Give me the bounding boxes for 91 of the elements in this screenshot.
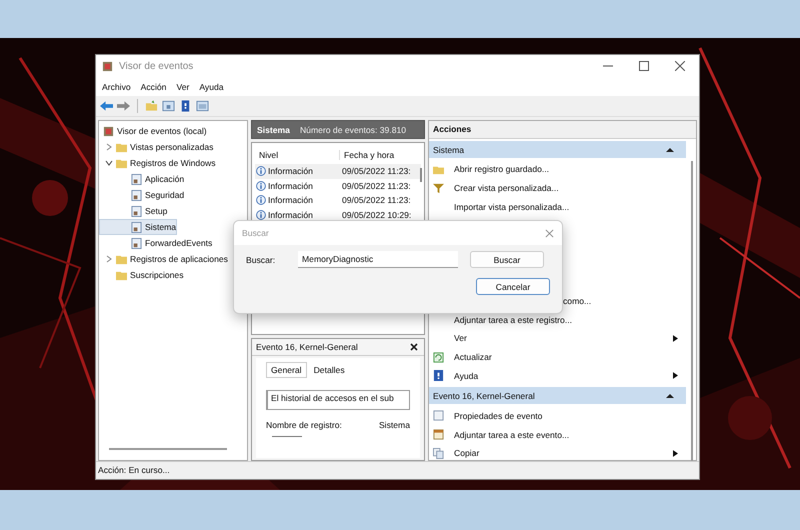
document-icon	[433, 410, 444, 422]
action-item[interactable]: Actualizar	[429, 348, 684, 367]
tab[interactable]: Detalles	[308, 362, 350, 378]
filter-icon	[433, 182, 444, 194]
tree-item[interactable]: Sistema	[99, 219, 178, 235]
forward-arrow-icon[interactable]	[117, 100, 130, 112]
window-title: Visor de eventos	[119, 60, 194, 72]
search-field[interactable]: MemoryDiagnostic	[298, 251, 458, 268]
actions-header: Acciones	[429, 121, 696, 139]
event-row[interactable]: Información 09/05/2022 10:29:	[255, 208, 421, 222]
log-name: Sistema	[257, 124, 290, 134]
scrollbar[interactable]	[272, 436, 302, 437]
folder-icon	[116, 270, 127, 280]
description-text: El historial de accesos en el sub	[271, 393, 394, 403]
folder-icon	[116, 254, 127, 264]
tree-item[interactable]: Visor de eventos (local)	[99, 123, 208, 139]
table-cell-text: Información	[268, 195, 314, 206]
log-icon	[131, 222, 142, 232]
menu-item[interactable]: Acción	[140, 82, 166, 92]
menu-item[interactable]: Ver	[176, 82, 190, 92]
panel-icon[interactable]	[162, 100, 175, 112]
panel-icon[interactable]	[196, 100, 209, 112]
tab[interactable]: General	[266, 362, 307, 378]
scrollbar[interactable]	[420, 168, 422, 182]
action-item[interactable]: Importar vista personalizada...	[429, 198, 684, 216]
info-icon	[256, 180, 266, 191]
search-button[interactable]: Buscar	[470, 251, 544, 268]
log-icon	[131, 206, 142, 216]
tree-item[interactable]: Registros de Windows	[99, 155, 216, 171]
action-item[interactable]: Adjuntar tarea a este registro...	[429, 310, 684, 329]
action-item[interactable]: Abrir registro guardado...	[429, 160, 684, 179]
action-item[interactable]: Ver	[429, 328, 684, 348]
menu-item[interactable]: Ayuda	[199, 82, 224, 92]
section-header[interactable]: Evento 16, Kernel-General	[429, 387, 686, 404]
tree-item[interactable]: Aplicación	[99, 171, 186, 187]
scrollbar[interactable]	[109, 448, 227, 450]
action-item[interactable]: Ayuda	[429, 366, 684, 386]
tree-item[interactable]: Setup	[99, 203, 168, 219]
tree-item[interactable]: Registros de aplicaciones	[99, 251, 229, 267]
app-icon	[102, 60, 113, 72]
action-item[interactable]: Adjuntar tarea a este evento...	[429, 425, 684, 444]
dialog-title: Buscar	[242, 228, 269, 238]
back-arrow-icon[interactable]	[100, 100, 113, 112]
maximize-icon[interactable]	[639, 61, 649, 71]
event-row[interactable]: Información 09/05/2022 11:23:	[255, 164, 421, 178]
table-cell-text: 09/05/2022 11:23:	[341, 166, 411, 176]
help-icon	[433, 370, 444, 382]
action-item[interactable]: Propiedades de evento	[429, 406, 684, 426]
folder-icon	[116, 158, 127, 168]
info-icon	[256, 195, 266, 206]
status-text: Acción: En curso...	[96, 461, 699, 479]
cancel-button[interactable]: Cancelar	[476, 278, 550, 295]
close-icon[interactable]	[675, 61, 685, 71]
tree-item[interactable]: Suscripciones	[99, 267, 184, 283]
action-item[interactable]: Copiar	[429, 444, 684, 463]
close-icon[interactable]	[410, 343, 418, 351]
log-icon	[131, 238, 142, 248]
column-header[interactable]: Nivel	[255, 150, 340, 160]
collapse-icon[interactable]	[666, 392, 674, 399]
tree-item[interactable]: Seguridad	[99, 187, 186, 203]
refresh-icon	[433, 352, 444, 363]
table-cell-text: 09/05/2022 10:29:	[341, 210, 412, 220]
table-cell-text: 09/05/2022 11:23:	[341, 180, 411, 191]
menu-item[interactable]: Archivo	[102, 82, 131, 92]
section-header[interactable]: Sistema	[429, 141, 686, 158]
event-count: Número de eventos: 39.810	[300, 124, 406, 134]
scrollbar[interactable]	[691, 161, 693, 461]
copy-icon	[433, 448, 444, 459]
field-value: Sistema	[378, 420, 410, 430]
log-icon	[131, 190, 142, 200]
action-item[interactable]: como...	[559, 291, 592, 310]
search-label: Buscar:	[246, 254, 276, 264]
table-cell-text: Información	[268, 180, 314, 191]
info-icon	[256, 166, 266, 176]
action-item[interactable]: Crear vista personalizada...	[429, 178, 684, 198]
event-row[interactable]: Información 09/05/2022 11:23:	[255, 178, 421, 193]
tree-item[interactable]: ForwardedEvents	[99, 235, 214, 251]
table-cell-text: 09/05/2022 11:23:	[341, 195, 411, 206]
log-icon	[131, 174, 142, 184]
folder-icon[interactable]	[145, 100, 158, 112]
help-icon[interactable]	[179, 100, 192, 112]
collapse-icon[interactable]	[666, 146, 674, 152]
table-cell-text: Información	[268, 166, 314, 176]
field-label: Nombre de registro:	[266, 420, 342, 430]
column-header[interactable]: Fecha y hora	[340, 150, 394, 160]
table-cell-text: Información	[268, 210, 314, 220]
calendar-icon	[433, 429, 444, 440]
event-row[interactable]: Información 09/05/2022 11:23:	[255, 193, 421, 208]
tree-item[interactable]: Vistas personalizadas	[99, 139, 214, 155]
folder-icon	[116, 142, 127, 152]
panel-title: Evento 16, Kernel-General	[256, 342, 358, 352]
